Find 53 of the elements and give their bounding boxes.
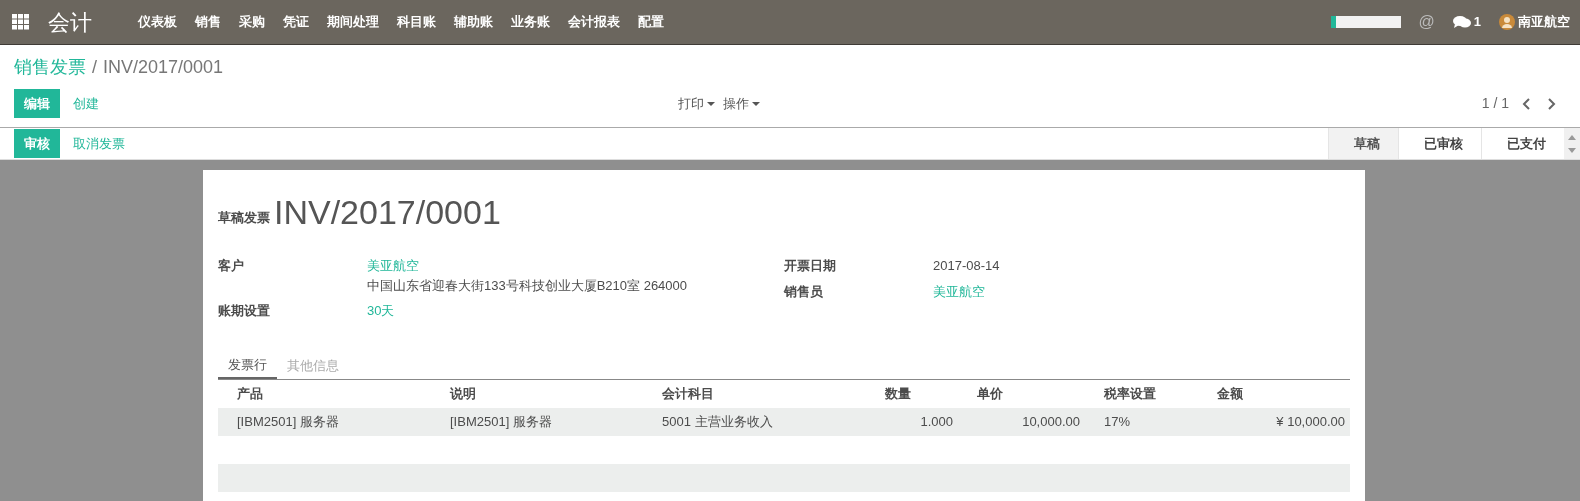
field-label: 销售员 [784, 282, 824, 301]
menu-item[interactable]: 仪表板 [129, 12, 186, 32]
menu-item[interactable]: 科目账 [388, 12, 445, 32]
field-label: 账期设置 [218, 302, 271, 320]
previous-icon[interactable] [1522, 97, 1530, 110]
invoice-number: INV/2017/0001 [274, 192, 501, 233]
apps-menu-icon[interactable] [12, 14, 30, 30]
column-header: 数量 [884, 384, 912, 403]
menu-item[interactable]: 凭证 [274, 12, 318, 32]
message-count[interactable]: 1 [1473, 12, 1481, 32]
address-text: 中国山东省迎春大街133号科技创业大厦B210室 264000 [367, 276, 688, 295]
breadcrumb-separator: / [92, 55, 97, 79]
table-cell-text: 5001 主营业务收入 [661, 412, 774, 431]
table-cell-text: 10,000.00 [1021, 412, 1081, 431]
table-row[interactable]: [IBM2501] 服务器 [IBM2501] 服务器 5001 主营业务收入 1.000 10,000.00 17% ¥ 10,000.00 [218, 407, 1350, 436]
field-label: 客户 [218, 257, 245, 275]
menu-item[interactable]: 采购 [230, 12, 274, 32]
state-label: 草稿发票 [218, 208, 270, 227]
table-cell-text: 1.000 [919, 412, 954, 431]
up-arrow-icon [1568, 134, 1576, 140]
dropdown-button[interactable]: 打印 [678, 93, 715, 114]
column-header: 单价 [976, 384, 1004, 403]
column-header: 说明 [448, 384, 477, 403]
menu-item[interactable]: 辅助账 [445, 12, 502, 32]
menu-item[interactable]: 会计报表 [559, 12, 629, 32]
breadcrumb-current: INV/2017/0001 [103, 55, 224, 79]
next-icon[interactable] [1548, 97, 1556, 110]
notebook-tab[interactable]: 发票行 [218, 352, 277, 379]
menu-item[interactable]: 销售 [186, 12, 230, 32]
column-header: 会计科目 [661, 384, 715, 403]
mentions-button[interactable]: @ [1418, 10, 1435, 34]
table-cell-text: [IBM2501] 服务器 [236, 412, 340, 431]
menu-item[interactable]: 期间处理 [318, 12, 388, 32]
user-menu[interactable]: 南亚航空 [1518, 12, 1570, 32]
table-cell-text: ¥ 10,000.00 [1275, 412, 1346, 431]
column-header: 金额 [1216, 384, 1244, 403]
field-value: 2017-08-14 [933, 257, 1000, 275]
caret-icon [752, 101, 760, 106]
menu-item[interactable]: 业务账 [502, 12, 559, 32]
caret-icon [707, 101, 715, 106]
column-header: 产品 [236, 384, 264, 403]
down-arrow-icon [1568, 147, 1576, 153]
app-title: 会计 [48, 8, 92, 37]
menu-item[interactable]: 配置 [629, 12, 673, 32]
chat-icon[interactable] [1452, 15, 1471, 29]
stage-step[interactable]: 草稿 [1328, 128, 1398, 159]
pager-value: 1 / 1 [1481, 94, 1509, 113]
column-header: 税率设置 [1103, 384, 1157, 403]
table-cell-text: [IBM2501] 服务器 [449, 412, 553, 431]
dropdown-button[interactable]: 操作 [723, 93, 760, 114]
avatar-icon [1499, 14, 1515, 30]
field-label: 开票日期 [784, 257, 837, 275]
table-cell-text: 17% [1103, 412, 1132, 431]
